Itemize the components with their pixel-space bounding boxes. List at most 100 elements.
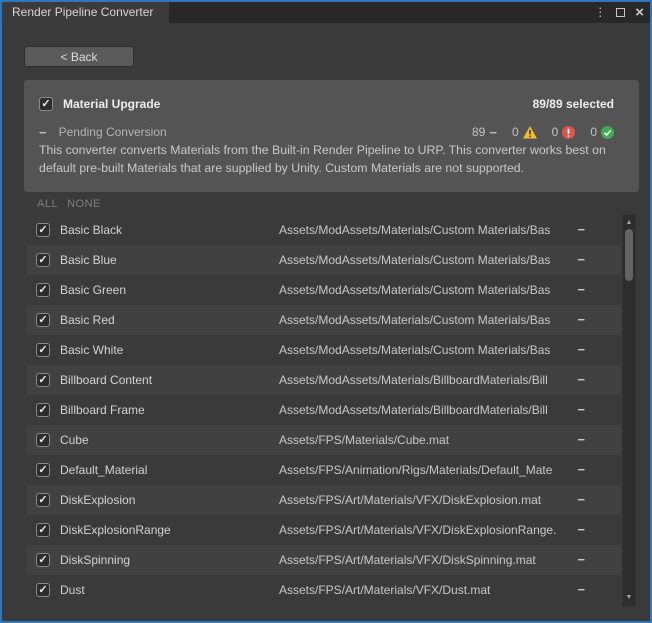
row-path: Assets/FPS/Art/Materials/VFX/DiskSpinnin… <box>279 545 567 575</box>
material-row[interactable]: ✓ Dust Assets/FPS/Art/Materials/VFX/Dust… <box>26 575 621 605</box>
row-path: Assets/ModAssets/Materials/Custom Materi… <box>279 305 567 335</box>
selected-summary: 89/89 selected <box>533 97 614 111</box>
tab-render-pipeline-converter[interactable]: Render Pipeline Converter <box>2 2 169 23</box>
warning-stat: 0 <box>512 125 537 139</box>
row-path: Assets/FPS/Animation/Rigs/Materials/Defa… <box>279 455 567 485</box>
collapse-minus-icon[interactable]: − <box>39 126 47 139</box>
row-path: Assets/ModAssets/Materials/Custom Materi… <box>279 275 567 305</box>
checkmark-icon: ✓ <box>38 435 47 446</box>
checkmark-icon: ✓ <box>38 315 47 326</box>
warning-triangle-icon <box>523 126 537 139</box>
row-path: Assets/FPS/Art/Materials/VFX/DiskExplosi… <box>279 515 567 545</box>
row-label: DiskExplosionRange <box>60 515 171 545</box>
material-row[interactable]: ✓ Billboard Frame Assets/ModAssets/Mater… <box>26 395 621 425</box>
close-icon[interactable]: × <box>635 2 644 23</box>
row-checkbox[interactable]: ✓ <box>36 253 50 267</box>
material-row[interactable]: ✓ DiskExplosion Assets/FPS/Art/Materials… <box>26 485 621 515</box>
row-checkbox[interactable]: ✓ <box>36 403 50 417</box>
checkmark-icon: ✓ <box>38 255 47 266</box>
error-stat: 0 <box>552 125 576 139</box>
row-status-minus-icon: − <box>577 305 585 335</box>
checkmark-icon: ✓ <box>38 495 47 506</box>
material-row[interactable]: ✓ DiskSpinning Assets/FPS/Art/Materials/… <box>26 545 621 575</box>
row-checkbox[interactable]: ✓ <box>36 343 50 357</box>
success-stat: 0 <box>590 125 614 139</box>
material-row[interactable]: ✓ Default_Material Assets/FPS/Animation/… <box>26 455 621 485</box>
material-row[interactable]: ✓ Basic White Assets/ModAssets/Materials… <box>26 335 621 365</box>
checkmark-icon: ✓ <box>38 555 47 566</box>
list-scrollbar[interactable]: ▲ ▼ <box>622 214 636 607</box>
checkmark-icon: ✓ <box>38 465 47 476</box>
material-upgrade-checkbox[interactable]: ✓ <box>39 97 53 111</box>
select-all-button[interactable]: ALL <box>37 198 58 210</box>
row-status-minus-icon: − <box>577 575 585 605</box>
row-label: Basic Green <box>60 275 126 305</box>
success-count: 0 <box>590 125 597 139</box>
row-label: Basic Blue <box>60 245 117 275</box>
row-path: Assets/FPS/Art/Materials/VFX/Dust.mat <box>279 575 567 605</box>
row-label: Dust <box>60 575 85 605</box>
row-label: Default_Material <box>60 455 147 485</box>
title-bar: Render Pipeline Converter ⋮ × <box>2 2 650 23</box>
checkmark-icon: ✓ <box>38 285 47 296</box>
material-row[interactable]: ✓ Basic Red Assets/ModAssets/Materials/C… <box>26 305 621 335</box>
converter-header-row: ✓ Material Upgrade 89/89 selected <box>39 96 614 112</box>
row-status-minus-icon: − <box>577 515 585 545</box>
row-checkbox[interactable]: ✓ <box>36 433 50 447</box>
material-list: ✓ Basic Black Assets/ModAssets/Materials… <box>26 215 621 605</box>
maximize-square <box>616 8 625 17</box>
maximize-icon[interactable] <box>616 8 625 17</box>
converter-panel: ✓ Material Upgrade 89/89 selected − Pend… <box>24 80 639 192</box>
scrollbar-thumb[interactable] <box>625 229 633 281</box>
row-checkbox[interactable]: ✓ <box>36 283 50 297</box>
row-status-minus-icon: − <box>577 275 585 305</box>
material-row[interactable]: ✓ Basic Blue Assets/ModAssets/Materials/… <box>26 245 621 275</box>
converter-title: Material Upgrade <box>63 97 160 111</box>
row-path: Assets/ModAssets/Materials/BillboardMate… <box>279 365 567 395</box>
material-row[interactable]: ✓ Billboard Content Assets/ModAssets/Mat… <box>26 365 621 395</box>
scroll-down-icon[interactable]: ▼ <box>623 592 635 604</box>
row-path: Assets/ModAssets/Materials/Custom Materi… <box>279 335 567 365</box>
scroll-up-icon[interactable]: ▲ <box>623 217 635 229</box>
row-checkbox[interactable]: ✓ <box>36 223 50 237</box>
converter-description: This converter converts Materials from t… <box>39 142 621 177</box>
checkmark-icon: ✓ <box>38 525 47 536</box>
row-status-minus-icon: − <box>577 215 585 245</box>
pending-conversion-row: − Pending Conversion 89 − 0 0 <box>39 124 614 140</box>
checkmark-icon: ✓ <box>38 405 47 416</box>
menu-icon[interactable]: ⋮ <box>594 2 606 23</box>
row-status-minus-icon: − <box>577 545 585 575</box>
material-row[interactable]: ✓ DiskExplosionRange Assets/FPS/Art/Mate… <box>26 515 621 545</box>
row-path: Assets/ModAssets/Materials/BillboardMate… <box>279 395 567 425</box>
row-checkbox[interactable]: ✓ <box>36 583 50 597</box>
back-button[interactable]: < Back <box>24 46 134 67</box>
row-checkbox[interactable]: ✓ <box>36 523 50 537</box>
row-checkbox[interactable]: ✓ <box>36 313 50 327</box>
error-count: 0 <box>552 125 559 139</box>
material-row[interactable]: ✓ Cube Assets/FPS/Materials/Cube.mat − <box>26 425 621 455</box>
row-checkbox[interactable]: ✓ <box>36 373 50 387</box>
titlebar-icons: ⋮ × <box>594 2 644 23</box>
row-checkbox[interactable]: ✓ <box>36 463 50 477</box>
select-none-button[interactable]: NONE <box>67 198 101 210</box>
material-row[interactable]: ✓ Basic Black Assets/ModAssets/Materials… <box>26 215 621 245</box>
checkmark-icon: ✓ <box>38 225 47 236</box>
row-checkbox[interactable]: ✓ <box>36 493 50 507</box>
warning-count: 0 <box>512 125 519 139</box>
error-circle-icon <box>562 126 575 139</box>
row-checkbox[interactable]: ✓ <box>36 553 50 567</box>
row-status-minus-icon: − <box>577 365 585 395</box>
row-label: Cube <box>60 425 89 455</box>
row-status-minus-icon: − <box>577 335 585 365</box>
row-path: Assets/FPS/Art/Materials/VFX/DiskExplosi… <box>279 485 567 515</box>
row-status-minus-icon: − <box>577 455 585 485</box>
window-title: Render Pipeline Converter <box>12 5 153 19</box>
row-path: Assets/FPS/Materials/Cube.mat <box>279 425 567 455</box>
render-pipeline-converter-window: Render Pipeline Converter ⋮ × < Back ✓ M… <box>0 0 652 623</box>
material-row[interactable]: ✓ Basic Green Assets/ModAssets/Materials… <box>26 275 621 305</box>
row-label: DiskExplosion <box>60 485 135 515</box>
list-controls: ALL NONE <box>37 198 101 210</box>
pending-conversion-label: Pending Conversion <box>59 125 167 139</box>
checkmark-icon: ✓ <box>38 375 47 386</box>
row-path: Assets/ModAssets/Materials/Custom Materi… <box>279 215 567 245</box>
